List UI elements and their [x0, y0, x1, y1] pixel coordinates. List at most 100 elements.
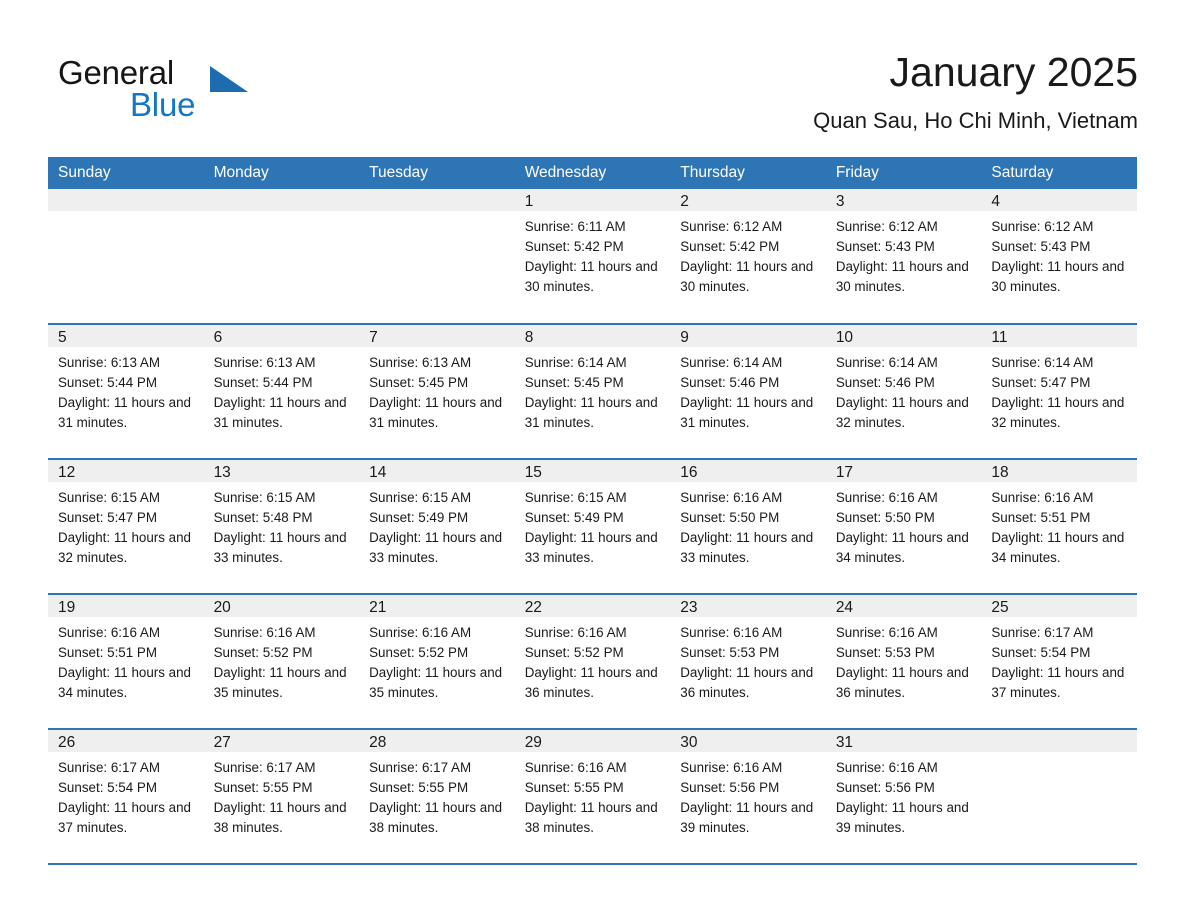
calendar-day-cell[interactable]: 7 Sunrise: 6:13 AM Sunset: 5:45 PM Daylight…	[359, 324, 515, 460]
day-number: 30	[670, 730, 826, 752]
calendar-day-cell[interactable]: 16 Sunrise: 6:16 AM Sunset: 5:50 PM Dayligh…	[670, 459, 826, 595]
calendar-day-cell[interactable]: 27 Sunrise: 6:17 AM Sunset: 5:55 PM Dayligh…	[203, 729, 360, 865]
calendar-day-cell[interactable]: 10 Sunrise: 6:14 AM Sunset: 5:46 PM Dayligh…	[825, 324, 982, 460]
sunrise-text: Sunrise: 6:15 AM	[213, 490, 316, 505]
sunrise-text: Sunrise: 6:17 AM	[58, 760, 160, 775]
daylight-text: Daylight: 11 hours and 39 minutes.	[680, 800, 814, 835]
daylight-text: Daylight: 11 hours and 31 minutes.	[369, 395, 503, 430]
calendar-day-cell[interactable]: 30 Sunrise: 6:16 AM Sunset: 5:56 PM Dayligh…	[670, 729, 826, 865]
calendar-day-cell[interactable]: 13 Sunrise: 6:15 AM Sunset: 5:48 PM Dayligh…	[203, 459, 360, 595]
page-title: January 2025	[889, 49, 1138, 95]
day-details: Sunrise: 6:16 AM Sunset: 5:52 PM Daylight:…	[515, 617, 671, 703]
sunset-text: Sunset: 5:47 PM	[58, 510, 157, 525]
calendar-day-cell[interactable]: 29 Sunrise: 6:16 AM Sunset: 5:55 PM Dayligh…	[514, 729, 671, 865]
day-number: 13	[203, 460, 360, 482]
day-details: Sunrise: 6:16 AM Sunset: 5:56 PM Daylight:…	[670, 752, 826, 838]
calendar-day-cell[interactable]: 9 Sunrise: 6:14 AM Sunset: 5:46 PM Daylight…	[670, 324, 826, 460]
sunrise-text: Sunrise: 6:15 AM	[524, 490, 627, 505]
sunrise-text: Sunrise: 6:16 AM	[991, 490, 1094, 505]
daylight-text: Daylight: 11 hours and 32 minutes.	[835, 395, 969, 430]
calendar-day-cell[interactable]: 24 Sunrise: 6:16 AM Sunset: 5:53 PM Dayligh…	[825, 594, 982, 730]
daylight-text: Daylight: 11 hours and 32 minutes.	[58, 530, 191, 565]
day-number	[359, 189, 515, 211]
calendar-day-cell[interactable]: 21 Sunrise: 6:16 AM Sunset: 5:52 PM Dayligh…	[359, 594, 515, 730]
sunset-text: Sunset: 5:46 PM	[680, 375, 780, 390]
day-details: Sunrise: 6:16 AM Sunset: 5:53 PM Daylight:…	[826, 617, 982, 703]
calendar-day-cell[interactable]: 12 Sunrise: 6:15 AM Sunset: 5:47 PM Dayligh…	[48, 459, 204, 595]
calendar-day-cell[interactable]: 20 Sunrise: 6:16 AM Sunset: 5:52 PM Dayligh…	[203, 594, 360, 730]
weekday-header-friday: Friday	[825, 157, 982, 189]
calendar-day-cell[interactable]: 5 Sunrise: 6:13 AM Sunset: 5:44 PM Daylight…	[48, 324, 204, 460]
day-details: Sunrise: 6:14 AM Sunset: 5:46 PM Daylight:…	[670, 347, 826, 433]
day-details: Sunrise: 6:16 AM Sunset: 5:51 PM Daylight:…	[981, 482, 1137, 568]
sunrise-text: Sunrise: 6:12 AM	[991, 219, 1094, 234]
sunset-text: Sunset: 5:47 PM	[991, 375, 1091, 390]
calendar-day-cell[interactable]: 31 Sunrise: 6:16 AM Sunset: 5:56 PM Dayligh…	[825, 729, 982, 865]
sunset-text: Sunset: 5:42 PM	[680, 239, 780, 254]
page-subtitle: Quan Sau, Ho Chi Minh, Vietnam	[813, 108, 1138, 133]
sunset-text: Sunset: 5:52 PM	[369, 645, 469, 660]
sunset-text: Sunset: 5:49 PM	[524, 510, 624, 525]
calendar-day-cell-empty	[981, 729, 1137, 865]
calendar-day-cell[interactable]: 28 Sunrise: 6:17 AM Sunset: 5:55 PM Dayligh…	[359, 729, 515, 865]
calendar-day-cell[interactable]: 6 Sunrise: 6:13 AM Sunset: 5:44 PM Daylight…	[203, 324, 360, 460]
daylight-text: Daylight: 11 hours and 30 minutes.	[524, 259, 658, 294]
calendar-day-cell[interactable]: 15 Sunrise: 6:15 AM Sunset: 5:49 PM Dayligh…	[514, 459, 671, 595]
day-details: Sunrise: 6:16 AM Sunset: 5:52 PM Daylight:…	[359, 617, 515, 703]
calendar-day-cell[interactable]: 11 Sunrise: 6:14 AM Sunset: 5:47 PM Dayligh…	[981, 324, 1137, 460]
day-number: 20	[203, 595, 360, 617]
calendar-day-cell[interactable]: 25 Sunrise: 6:17 AM Sunset: 5:54 PM Dayligh…	[981, 594, 1137, 730]
day-details: Sunrise: 6:16 AM Sunset: 5:52 PM Daylight:…	[204, 617, 360, 703]
logo-triangle-icon	[210, 66, 248, 92]
calendar-day-cell[interactable]: 2 Sunrise: 6:12 AM Sunset: 5:42 PM Daylight…	[670, 189, 826, 325]
day-details: Sunrise: 6:17 AM Sunset: 5:54 PM Daylight:…	[48, 752, 204, 838]
sunset-text: Sunset: 5:42 PM	[524, 239, 624, 254]
sunrise-text: Sunrise: 6:16 AM	[835, 490, 938, 505]
calendar-day-cell[interactable]: 14 Sunrise: 6:15 AM Sunset: 5:49 PM Dayligh…	[359, 459, 515, 595]
day-number: 7	[359, 325, 515, 347]
sunset-text: Sunset: 5:52 PM	[524, 645, 624, 660]
sunrise-text: Sunrise: 6:11 AM	[524, 219, 626, 234]
day-number: 31	[825, 730, 982, 752]
calendar-day-cell[interactable]: 3 Sunrise: 6:12 AM Sunset: 5:43 PM Daylight…	[825, 189, 982, 325]
sunrise-text: Sunrise: 6:14 AM	[991, 355, 1094, 370]
calendar-week-row: 12 Sunrise: 6:15 AM Sunset: 5:47 PM Dayligh…	[48, 459, 1137, 595]
sunrise-text: Sunrise: 6:16 AM	[680, 760, 783, 775]
sunset-text: Sunset: 5:55 PM	[213, 780, 313, 795]
calendar-day-cell[interactable]: 23 Sunrise: 6:16 AM Sunset: 5:53 PM Dayligh…	[670, 594, 826, 730]
daylight-text: Daylight: 11 hours and 38 minutes.	[369, 800, 503, 835]
calendar-day-cell[interactable]: 26 Sunrise: 6:17 AM Sunset: 5:54 PM Dayligh…	[48, 729, 204, 865]
day-details: Sunrise: 6:16 AM Sunset: 5:53 PM Daylight:…	[670, 617, 826, 703]
calendar-body: 1 Sunrise: 6:11 AM Sunset: 5:42 PM Daylight…	[48, 189, 1137, 865]
calendar-day-cell[interactable]: 18 Sunrise: 6:16 AM Sunset: 5:51 PM Dayligh…	[981, 459, 1137, 595]
calendar-day-cell[interactable]: 1 Sunrise: 6:11 AM Sunset: 5:42 PM Daylight…	[514, 189, 671, 325]
sunset-text: Sunset: 5:51 PM	[58, 645, 157, 660]
daylight-text: Daylight: 11 hours and 33 minutes.	[369, 530, 503, 565]
day-details: Sunrise: 6:14 AM Sunset: 5:46 PM Daylight:…	[826, 347, 982, 433]
day-details: Sunrise: 6:12 AM Sunset: 5:43 PM Daylight:…	[826, 211, 982, 297]
calendar-day-cell[interactable]: 19 Sunrise: 6:16 AM Sunset: 5:51 PM Dayligh…	[48, 594, 204, 730]
calendar-day-cell-empty	[48, 189, 204, 325]
calendar-day-cell[interactable]: 22 Sunrise: 6:16 AM Sunset: 5:52 PM Dayligh…	[514, 594, 671, 730]
sunset-text: Sunset: 5:55 PM	[369, 780, 469, 795]
sunrise-text: Sunrise: 6:16 AM	[369, 625, 472, 640]
sunset-text: Sunset: 5:48 PM	[213, 510, 313, 525]
sunset-text: Sunset: 5:43 PM	[991, 239, 1091, 254]
daylight-text: Daylight: 11 hours and 34 minutes.	[991, 530, 1125, 565]
calendar-day-cell[interactable]: 8 Sunrise: 6:14 AM Sunset: 5:45 PM Daylight…	[514, 324, 671, 460]
sunset-text: Sunset: 5:54 PM	[58, 780, 157, 795]
sunrise-text: Sunrise: 6:15 AM	[58, 490, 160, 505]
daylight-text: Daylight: 11 hours and 33 minutes.	[680, 530, 814, 565]
calendar-day-cell[interactable]: 4 Sunrise: 6:12 AM Sunset: 5:43 PM Daylight…	[981, 189, 1137, 325]
day-number: 17	[825, 460, 982, 482]
sunset-text: Sunset: 5:44 PM	[213, 375, 313, 390]
sunrise-text: Sunrise: 6:14 AM	[524, 355, 627, 370]
sunset-text: Sunset: 5:46 PM	[835, 375, 935, 390]
sunrise-text: Sunrise: 6:16 AM	[213, 625, 316, 640]
sunset-text: Sunset: 5:50 PM	[835, 510, 935, 525]
calendar-day-cell[interactable]: 17 Sunrise: 6:16 AM Sunset: 5:50 PM Dayligh…	[825, 459, 982, 595]
calendar-week-row: 19 Sunrise: 6:16 AM Sunset: 5:51 PM Dayligh…	[48, 594, 1137, 730]
day-number	[48, 189, 204, 211]
day-number: 15	[514, 460, 671, 482]
daylight-text: Daylight: 11 hours and 35 minutes.	[369, 665, 503, 700]
